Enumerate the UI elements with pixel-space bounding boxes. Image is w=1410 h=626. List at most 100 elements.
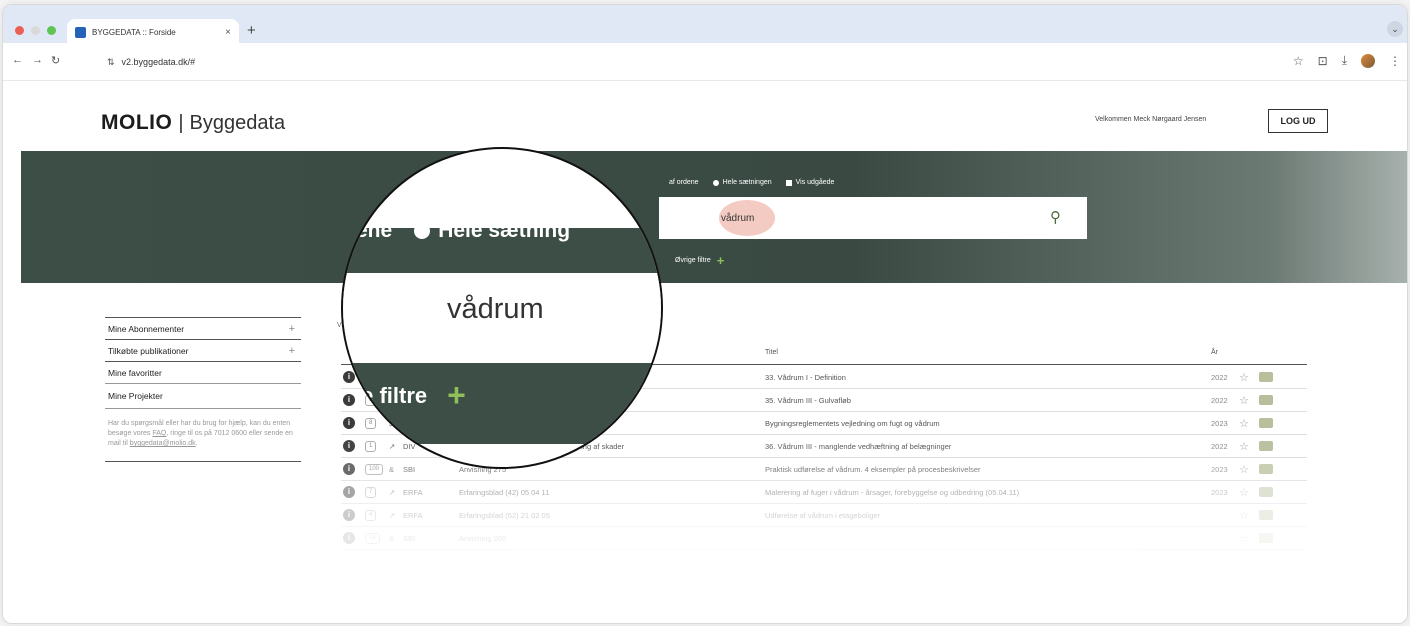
browser-tab[interactable]: BYGGEDATA :: Forside × bbox=[67, 19, 239, 45]
folder-icon[interactable] bbox=[1259, 533, 1273, 543]
sidebar-item-label: Tilkøbte publikationer bbox=[108, 345, 189, 356]
download-icon[interactable]: ⤓ bbox=[1342, 53, 1347, 68]
magnified-filters: rige filtre + bbox=[343, 377, 466, 414]
folder-icon[interactable] bbox=[1259, 372, 1273, 382]
result-source: SBI bbox=[403, 534, 416, 543]
bookmark-star-icon[interactable]: ☆ bbox=[1293, 54, 1304, 68]
result-title[interactable]: 33. Vådrum I - Definition bbox=[765, 373, 846, 382]
sidebar-item-purchased[interactable]: Tilkøbte publikationer + bbox=[105, 339, 301, 361]
extensions-icon[interactable]: ⊡ bbox=[1318, 54, 1328, 68]
result-title[interactable]: Udførelse af vådrum i etageboliger bbox=[765, 511, 880, 520]
info-icon[interactable]: i bbox=[343, 532, 355, 544]
tab-close-icon[interactable]: × bbox=[225, 27, 231, 38]
result-year: 2023 bbox=[1211, 488, 1228, 497]
folder-icon[interactable] bbox=[1259, 395, 1273, 405]
browser-window: BYGGEDATA :: Forside × + ⌄ ← → ↻ ⇅ v2.by… bbox=[2, 4, 1408, 624]
magnified-sentence: Hele sætning bbox=[438, 219, 571, 242]
favorite-star-icon[interactable]: ☆ bbox=[1239, 371, 1249, 384]
folder-icon[interactable] bbox=[1259, 487, 1273, 497]
address-bar[interactable]: ⇅ v2.byggedata.dk/# bbox=[101, 51, 1253, 73]
search-hero: af ordene Hele sætningen Vis udgåede våd… bbox=[21, 151, 1407, 283]
info-icon[interactable]: i bbox=[343, 486, 355, 498]
faq-link[interactable]: FAQ bbox=[152, 430, 166, 437]
result-publication[interactable]: Anvisning 200 bbox=[459, 534, 506, 543]
tab-title: BYGGEDATA :: Forside bbox=[92, 27, 176, 37]
magnified-search-value: vådrum bbox=[447, 293, 544, 325]
plus-icon: + bbox=[288, 344, 295, 357]
search-input[interactable]: vådrum ⚲ bbox=[659, 197, 1087, 239]
site-info-icon[interactable]: ⇅ bbox=[107, 57, 115, 68]
favicon-icon bbox=[75, 26, 86, 38]
logo-separator: | bbox=[178, 112, 184, 134]
radio-selected-icon bbox=[414, 223, 431, 240]
result-title[interactable]: Bygningsreglementets vejledning om fugt … bbox=[765, 419, 940, 428]
molio-logo[interactable]: MOLIO | Byggedata bbox=[101, 111, 285, 135]
result-title[interactable]: 36. Vådrum III - manglende vedhæftning a… bbox=[765, 442, 951, 451]
folder-icon[interactable] bbox=[1259, 418, 1273, 428]
toolbar-icons: ☆ ⊡ ⤓ ⋮ bbox=[1293, 53, 1401, 68]
column-title[interactable]: Titel bbox=[765, 349, 778, 356]
favorite-star-icon[interactable]: ☆ bbox=[1239, 509, 1249, 522]
favorite-star-icon[interactable]: ☆ bbox=[1239, 417, 1249, 430]
magnified-words: rdene bbox=[343, 219, 393, 242]
result-badge: 100 bbox=[365, 464, 384, 475]
magnifier-lens: rdene Hele sætning vådrum rige filtre + bbox=[341, 147, 663, 469]
forward-button[interactable]: → bbox=[32, 54, 43, 66]
result-badge: 7 bbox=[365, 487, 377, 498]
email-link[interactable]: byggedata@molio.dk bbox=[130, 440, 196, 447]
profile-avatar[interactable] bbox=[1361, 53, 1375, 68]
result-badge: 4 bbox=[365, 510, 377, 521]
checkbox-icon bbox=[785, 179, 792, 186]
favorite-star-icon[interactable]: ☆ bbox=[1239, 486, 1249, 499]
option-words[interactable]: af ordene bbox=[669, 179, 699, 186]
favorite-star-icon[interactable]: ☆ bbox=[1239, 532, 1249, 545]
logout-button[interactable]: LOG UD bbox=[1268, 109, 1328, 133]
result-source: ERFA bbox=[403, 488, 423, 497]
back-button[interactable]: ← bbox=[12, 54, 23, 66]
url-text: v2.byggedata.dk/# bbox=[121, 57, 196, 67]
search-icon[interactable]: ⚲ bbox=[1050, 208, 1061, 226]
minimize-window-button[interactable] bbox=[31, 26, 40, 35]
info-icon[interactable]: i bbox=[343, 509, 355, 521]
result-type-icon: & bbox=[389, 465, 395, 474]
option-expired-label: Vis udgåede bbox=[795, 179, 835, 186]
result-title[interactable]: 35. Vådrum III - Gulvafløb bbox=[765, 396, 851, 405]
result-row[interactable]: i 4 ↗ ERFA Erfaringsblad (52) 21 02 05 Udføre… bbox=[341, 504, 1307, 527]
option-expired[interactable]: Vis udgåede bbox=[785, 179, 835, 186]
folder-icon[interactable] bbox=[1259, 464, 1273, 474]
result-title[interactable]: Malerering af fuger i vådrum - årsager, … bbox=[765, 488, 1019, 497]
new-tab-button[interactable]: + bbox=[247, 23, 256, 38]
close-window-button[interactable] bbox=[15, 26, 24, 35]
sidebar-item-subscriptions[interactable]: Mine Abonnementer + bbox=[105, 317, 301, 339]
help-text: Har du spørgsmål eller har du brug for h… bbox=[105, 408, 301, 462]
sidebar-item-favorites[interactable]: Mine favoritter bbox=[105, 361, 301, 383]
reload-button[interactable]: ↻ bbox=[51, 54, 60, 67]
sidebar-item-label: Mine Abonnementer bbox=[108, 323, 185, 334]
logo-sub: Byggedata bbox=[189, 112, 286, 134]
result-type-icon: ↗ bbox=[389, 511, 396, 520]
radio-selected-icon bbox=[712, 179, 719, 186]
option-sentence[interactable]: Hele sætningen bbox=[712, 179, 772, 186]
magnified-options: rdene Hele sætning bbox=[343, 219, 570, 243]
result-row[interactable]: i 7 ↗ ERFA Erfaringsblad (42) 05 04 11 Malere… bbox=[341, 481, 1307, 504]
browser-menu-icon[interactable]: ⋮ bbox=[1389, 54, 1401, 68]
column-year[interactable]: År bbox=[1211, 349, 1218, 356]
window-controls bbox=[15, 26, 56, 35]
more-filters-toggle[interactable]: Øvrige filtre + bbox=[675, 253, 724, 268]
sidebar-item-projects[interactable]: Mine Projekter bbox=[105, 383, 301, 408]
result-row[interactable]: i 18 & SBI Anvisning 200 ☆ bbox=[341, 527, 1307, 550]
option-sentence-label: Hele sætningen bbox=[722, 179, 772, 186]
tab-search-button[interactable]: ⌄ bbox=[1387, 21, 1403, 37]
result-title[interactable]: Praktisk udførelse af vådrum. 4 eksemple… bbox=[765, 465, 981, 474]
favorite-star-icon[interactable]: ☆ bbox=[1239, 394, 1249, 407]
folder-icon[interactable] bbox=[1259, 510, 1273, 520]
favorite-star-icon[interactable]: ☆ bbox=[1239, 440, 1249, 453]
favorite-star-icon[interactable]: ☆ bbox=[1239, 463, 1249, 476]
result-publication[interactable]: Erfaringsblad (52) 21 02 05 bbox=[459, 511, 550, 520]
maximize-window-button[interactable] bbox=[47, 26, 56, 35]
folder-icon[interactable] bbox=[1259, 441, 1273, 451]
result-publication[interactable]: Erfaringsblad (42) 05 04 11 bbox=[459, 488, 549, 497]
page: MOLIO | Byggedata Velkommen Meck Nørgaar… bbox=[3, 81, 1407, 623]
magnified-sentence-option: Hele sætning bbox=[414, 219, 570, 243]
info-icon[interactable]: i bbox=[343, 463, 355, 475]
